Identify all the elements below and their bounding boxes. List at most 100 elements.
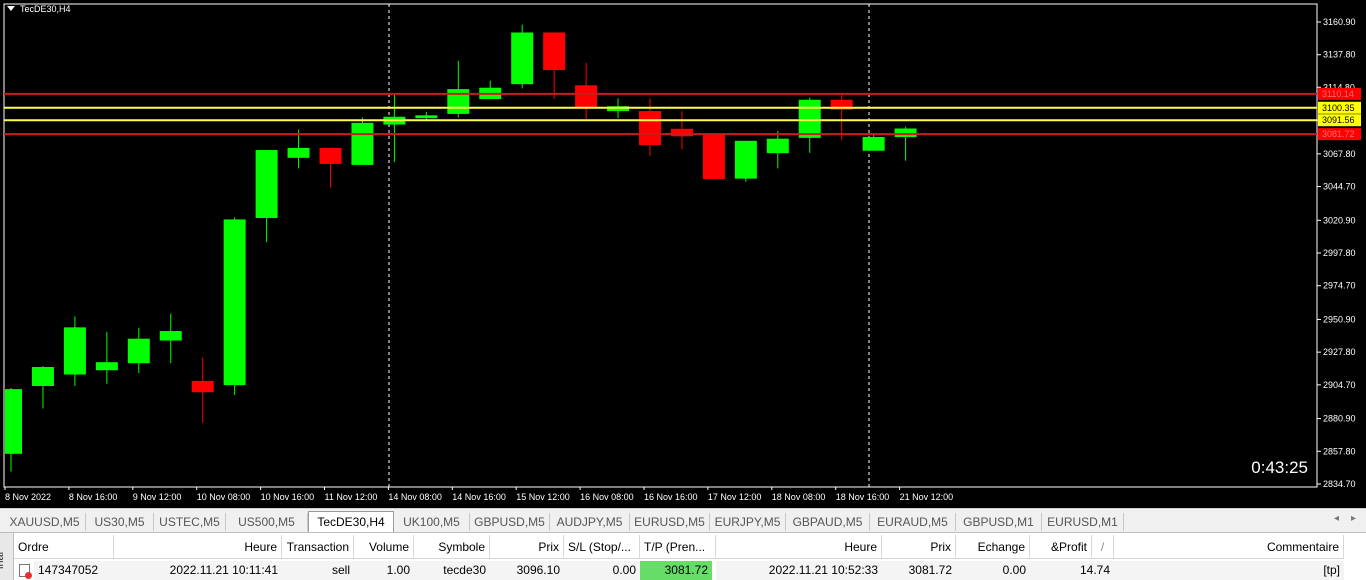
chart-tab[interactable]: TecDE30,H4 (308, 511, 394, 532)
y-tick-label: 2904.70 (1323, 380, 1356, 390)
cell-order: 147347052 (34, 561, 114, 580)
x-tick-label: 11 Nov 12:00 (325, 492, 378, 502)
cell-swap: 0.00 (956, 561, 1030, 580)
price-chart[interactable]: 3160.903137.803114.803091.603067.803044.… (0, 0, 1366, 508)
chart-tab[interactable]: GBPUSD,M1 (956, 513, 1042, 531)
col-header-order[interactable]: Ordre (14, 535, 114, 559)
bull-candle (63, 327, 86, 375)
bear-candle (191, 380, 214, 393)
col-header-profit[interactable]: &Profit (1030, 535, 1092, 559)
price-level-label: 3091.56 (1322, 115, 1355, 125)
bull-candle (223, 219, 246, 386)
x-tick-label: 16 Nov 08:00 (580, 492, 634, 502)
chart-tab[interactable]: USTEC,M5 (154, 513, 226, 531)
cell-open-price: 3096.10 (490, 561, 564, 580)
cell-comment: [tp] (1114, 561, 1344, 580)
cell-volume: 1.00 (354, 561, 414, 580)
y-tick-label: 3067.80 (1323, 149, 1356, 159)
x-tick-label: 10 Nov 16:00 (261, 492, 315, 502)
x-tick-label: 9 Nov 12:00 (133, 492, 182, 502)
col-header-close-time[interactable]: Heure (716, 535, 882, 559)
bar-countdown-timer: 0:43:25 (1251, 458, 1308, 477)
sell-order-icon (19, 564, 32, 579)
x-tick-label: 17 Nov 12:00 (708, 492, 762, 502)
chart-tab[interactable]: XAUUSD,M5 (4, 513, 86, 531)
bull-candle (351, 122, 374, 165)
bull-candle (798, 99, 821, 138)
x-tick-label: 10 Nov 08:00 (197, 492, 251, 502)
chart-tab[interactable]: EURUSD,M1 (1042, 513, 1124, 531)
sort-arrow-icon: / (1092, 535, 1114, 559)
price-level-label: 3081.72 (1322, 129, 1355, 139)
x-tick-label: 18 Nov 08:00 (772, 492, 826, 502)
bull-candle (415, 115, 438, 119)
chart-tab[interactable]: EURUSD,M5 (630, 513, 710, 531)
y-tick-label: 3020.90 (1323, 215, 1356, 225)
chart-tab[interactable]: EURAUD,M5 (870, 513, 956, 531)
chart-tab[interactable]: US30,M5 (86, 513, 154, 531)
chart-canvas[interactable]: 3160.903137.803114.803091.603067.803044.… (0, 0, 1366, 508)
bull-candle (734, 140, 757, 179)
x-tick-label: 21 Nov 12:00 (900, 492, 954, 502)
y-tick-label: 2834.70 (1323, 479, 1356, 489)
cell-close-price: 3081.72 (882, 561, 956, 580)
col-header-open-time[interactable]: Heure (114, 535, 282, 559)
bull-candle (447, 89, 470, 114)
chart-tab[interactable]: AUDJPY,M5 (550, 513, 630, 531)
plot-frame (3, 3, 1318, 488)
bear-candle (639, 111, 661, 146)
col-header-close-price[interactable]: Prix (882, 535, 956, 559)
y-tick-label: 2974.70 (1323, 281, 1356, 291)
bull-candle (255, 150, 278, 219)
bear-candle (543, 32, 566, 71)
col-header-swap[interactable]: Echange (956, 535, 1030, 559)
bull-candle (287, 147, 310, 158)
bull-candle (862, 137, 885, 151)
chart-tabs-bar: XAUUSD,M5 US30,M5 USTEC,M5 US500,M5 TecDE30,… (0, 508, 1366, 532)
y-tick-label: 2880.90 (1323, 414, 1356, 424)
col-header-volume[interactable]: Volume (354, 535, 414, 559)
price-level-label: 3110.14 (1322, 89, 1354, 99)
terminal-side-label[interactable]: inal (0, 533, 14, 580)
col-header-take-profit[interactable]: T/P (Pren... (640, 535, 716, 559)
terminal-side-label-text: inal (0, 551, 6, 569)
y-tick-label: 2997.80 (1323, 248, 1356, 258)
terminal-panel: inal Ordre Heure Transaction Volume Symb… (0, 532, 1366, 580)
bear-candle (575, 85, 598, 109)
y-tick-label: 3044.70 (1323, 182, 1356, 192)
bull-candle (5, 389, 22, 454)
chart-tab[interactable]: EURJPY,M5 (710, 513, 786, 531)
col-header-open-price[interactable]: Prix (490, 535, 564, 559)
bull-candle (766, 138, 789, 154)
chart-menu-arrow-icon[interactable] (7, 6, 15, 11)
bear-candle (702, 134, 725, 180)
chart-tab[interactable]: UK100,M5 (394, 513, 470, 531)
col-header-symbol[interactable]: Symbole (414, 535, 490, 559)
cell-open-time: 2022.11.21 10:11:41 (114, 561, 282, 580)
cell-stop-loss: 0.00 (564, 561, 640, 580)
tab-scroll-right-icon[interactable]: ▸ (1351, 513, 1356, 524)
cell-take-profit: 3081.72 (640, 561, 712, 580)
cell-symbol: tecde30 (414, 561, 490, 580)
bear-candle (670, 128, 693, 137)
y-tick-label: 2950.90 (1323, 314, 1356, 324)
x-tick-label: 8 Nov 2022 (5, 492, 51, 502)
col-header-stop-loss[interactable]: S/L (Stop/... (564, 535, 640, 559)
tab-scroll-left-icon[interactable]: ◂ (1334, 513, 1339, 524)
y-tick-label: 2857.80 (1323, 446, 1356, 456)
cell-type: sell (282, 561, 354, 580)
bull-candle (31, 367, 54, 386)
cell-close-time: 2022.11.21 10:52:33 (716, 561, 882, 580)
bull-candle (159, 331, 182, 341)
col-header-transaction[interactable]: Transaction (282, 535, 354, 559)
bear-candle (319, 147, 342, 164)
chart-tab[interactable]: GBPAUD,M5 (786, 513, 870, 531)
col-header-comment[interactable]: Commentaire (1114, 535, 1344, 559)
x-tick-label: 14 Nov 08:00 (388, 492, 442, 502)
x-tick-label: 15 Nov 12:00 (516, 492, 570, 502)
chart-tab[interactable]: GBPUSD,M5 (470, 513, 550, 531)
x-tick-label: 8 Nov 16:00 (69, 492, 118, 502)
cell-profit: 14.74 (1030, 561, 1114, 580)
chart-tab[interactable]: US500,M5 (226, 513, 308, 531)
price-level-label: 3100.35 (1322, 103, 1355, 113)
